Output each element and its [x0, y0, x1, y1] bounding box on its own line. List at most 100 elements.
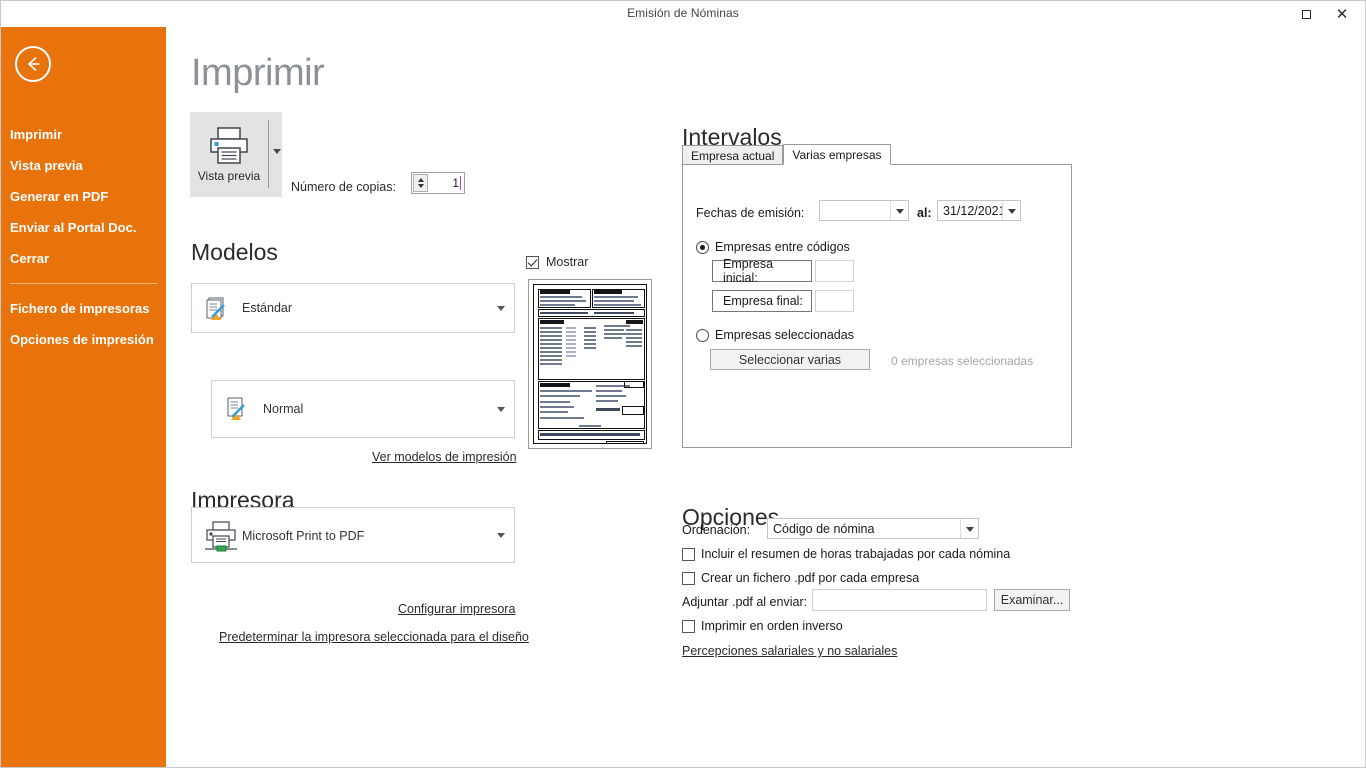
- sidebar-item-label: Enviar al Portal Doc.: [10, 220, 137, 235]
- restore-button[interactable]: [1291, 1, 1321, 27]
- chk-orden-inverso[interactable]: [682, 619, 695, 633]
- impresora-value: Microsoft Print to PDF: [242, 529, 365, 543]
- empresa-inicial-label: Empresa inicial:: [712, 257, 812, 285]
- configurar-impresora-link[interactable]: Configurar impresora: [398, 602, 515, 616]
- modelo-estandar-combo[interactable]: Estándar: [191, 283, 515, 333]
- adjuntar-pdf-label: Adjuntar .pdf al enviar:: [682, 595, 808, 609]
- close-button[interactable]: ✕: [1327, 1, 1357, 27]
- tab-varias-empresas[interactable]: Varias empresas: [783, 144, 891, 165]
- sidebar-item-label: Generar en PDF: [10, 189, 109, 204]
- modelo-estandar-value: Estándar: [242, 301, 293, 315]
- radio-empresas-seleccionadas[interactable]: [696, 328, 709, 342]
- empresa-final-input[interactable]: [815, 290, 854, 312]
- mostrar-label: Mostrar: [546, 255, 589, 269]
- seleccionar-varias-button[interactable]: Seleccionar varias: [710, 349, 870, 370]
- sidebar-nav: Imprimir Vista previa Generar en PDF Env…: [1, 119, 166, 355]
- radio-empresas-entre-codigos[interactable]: [696, 240, 709, 254]
- close-icon: ✕: [1335, 4, 1349, 23]
- chk-fichero-pdf[interactable]: [682, 571, 695, 585]
- chk-resumen-horas-row[interactable]: Incluir el resumen de horas trabajadas p…: [682, 547, 1010, 561]
- examinar-label: Examinar...: [1000, 593, 1064, 607]
- chevron-down-icon[interactable]: [890, 201, 908, 220]
- stepper-up-icon[interactable]: [418, 178, 424, 182]
- ver-modelos-link[interactable]: Ver modelos de impresión: [372, 450, 517, 464]
- ordenacion-dropdown[interactable]: Código de nómina: [767, 518, 979, 539]
- al-label: al:: [917, 206, 932, 220]
- fecha-hasta-value: 31/12/2021: [943, 203, 1006, 218]
- fecha-desde-dropdown[interactable]: [819, 200, 909, 221]
- sidebar-item-generar-pdf[interactable]: Generar en PDF: [1, 181, 166, 212]
- intervalos-tabs: Empresa actual Varias empresas: [682, 144, 891, 165]
- sidebar-item-cerrar[interactable]: Cerrar: [1, 243, 166, 274]
- vista-previa-button-label: Vista previa: [197, 169, 261, 183]
- radio-empresas-entre-codigos-label: Empresas entre códigos: [715, 240, 850, 254]
- text-caret: [460, 176, 461, 190]
- sidebar-item-enviar-portal-doc[interactable]: Enviar al Portal Doc.: [1, 212, 166, 243]
- chevron-down-icon[interactable]: [497, 306, 505, 311]
- mostrar-checkbox[interactable]: [526, 255, 539, 269]
- copies-stepper[interactable]: 1: [411, 172, 465, 194]
- back-button[interactable]: [15, 46, 51, 82]
- impresora-combo[interactable]: Microsoft Print to PDF: [191, 507, 515, 563]
- tab-empresa-actual[interactable]: Empresa actual: [682, 145, 784, 165]
- empresa-inicial-input[interactable]: [815, 260, 854, 282]
- chk-fichero-pdf-row[interactable]: Crear un fichero .pdf por cada empresa: [682, 571, 919, 585]
- chk-orden-inverso-label: Imprimir en orden inverso: [701, 619, 843, 633]
- restore-icon: [1301, 9, 1311, 19]
- vista-previa-button[interactable]: Vista previa: [190, 112, 282, 197]
- page-title: Imprimir: [191, 52, 325, 94]
- document-edit-icon: [225, 396, 253, 429]
- empresas-seleccionadas-count: 0 empresas seleccionadas: [891, 354, 1034, 368]
- sidebar-item-vista-previa[interactable]: Vista previa: [1, 150, 166, 181]
- modelo-normal-value: Normal: [263, 402, 304, 416]
- back-arrow-icon: [28, 57, 40, 71]
- title-bar: Emisión de Nóminas ✕: [1, 1, 1365, 27]
- sidebar-item-imprimir[interactable]: Imprimir: [1, 119, 166, 150]
- chevron-down-icon[interactable]: [960, 519, 978, 538]
- modelo-normal-combo[interactable]: Normal: [211, 380, 515, 438]
- tab-label: Empresa actual: [691, 149, 775, 163]
- ordenacion-value: Código de nómina: [773, 521, 875, 536]
- chk-resumen-horas-label: Incluir el resumen de horas trabajadas p…: [701, 547, 1011, 561]
- empresa-final-label: Empresa final:: [712, 290, 812, 312]
- mostrar-checkbox-row[interactable]: Mostrar: [526, 255, 588, 269]
- preview-page: [533, 284, 647, 444]
- copies-label: Número de copias:: [291, 180, 396, 194]
- chevron-down-icon[interactable]: [273, 149, 281, 154]
- sidebar-item-fichero-impresoras[interactable]: Fichero de impresoras: [1, 293, 166, 324]
- stepper-buttons[interactable]: [413, 174, 428, 192]
- backstage-sidebar: Imprimir Vista previa Generar en PDF Env…: [1, 1, 166, 767]
- radio-empresas-seleccionadas-row[interactable]: Empresas seleccionadas: [696, 328, 854, 342]
- documents-edit-icon: [205, 296, 233, 329]
- modelos-heading: Modelos: [191, 239, 278, 265]
- printer-preview-icon: [207, 126, 251, 171]
- fechas-emision-label: Fechas de emisión:: [696, 206, 805, 220]
- chk-orden-inverso-row[interactable]: Imprimir en orden inverso: [682, 619, 843, 633]
- chk-resumen-horas[interactable]: [682, 547, 695, 561]
- ordenacion-label: Ordenación:: [682, 523, 751, 537]
- sidebar-item-label: Fichero de impresoras: [10, 301, 150, 316]
- document-preview-thumbnail[interactable]: [528, 279, 652, 449]
- fecha-hasta-dropdown[interactable]: 31/12/2021: [937, 200, 1021, 221]
- sidebar-item-label: Cerrar: [10, 251, 50, 266]
- chevron-down-icon[interactable]: [497, 533, 505, 538]
- sidebar-item-label: Vista previa: [10, 158, 83, 173]
- printer-icon: [204, 520, 240, 559]
- predeterminar-impresora-link[interactable]: Predeterminar la impresora seleccionada …: [219, 630, 529, 644]
- chk-fichero-pdf-label: Crear un fichero .pdf por cada empresa: [701, 571, 920, 585]
- chevron-down-icon[interactable]: [497, 407, 505, 412]
- radio-empresas-seleccionadas-label: Empresas seleccionadas: [715, 328, 854, 342]
- button-split-divider: [268, 120, 269, 188]
- stepper-down-icon[interactable]: [418, 184, 424, 188]
- seleccionar-varias-label: Seleccionar varias: [738, 352, 842, 367]
- adjuntar-pdf-input[interactable]: [812, 589, 987, 611]
- copies-value: 1: [452, 176, 459, 190]
- sidebar-divider: [10, 283, 157, 284]
- percepciones-link[interactable]: Percepciones salariales y no salariales: [682, 644, 897, 658]
- examinar-button[interactable]: Examinar...: [994, 589, 1070, 611]
- chevron-down-icon[interactable]: [1002, 201, 1020, 220]
- radio-empresas-entre-codigos-row[interactable]: Empresas entre códigos: [696, 240, 850, 254]
- content-area: Imprimir Vista previa Número de copias:: [166, 27, 1365, 767]
- print-dialog-window: Emisión de Nóminas ✕ Imprimir Vista prev…: [0, 0, 1366, 768]
- sidebar-item-opciones-impresion[interactable]: Opciones de impresión: [1, 324, 166, 355]
